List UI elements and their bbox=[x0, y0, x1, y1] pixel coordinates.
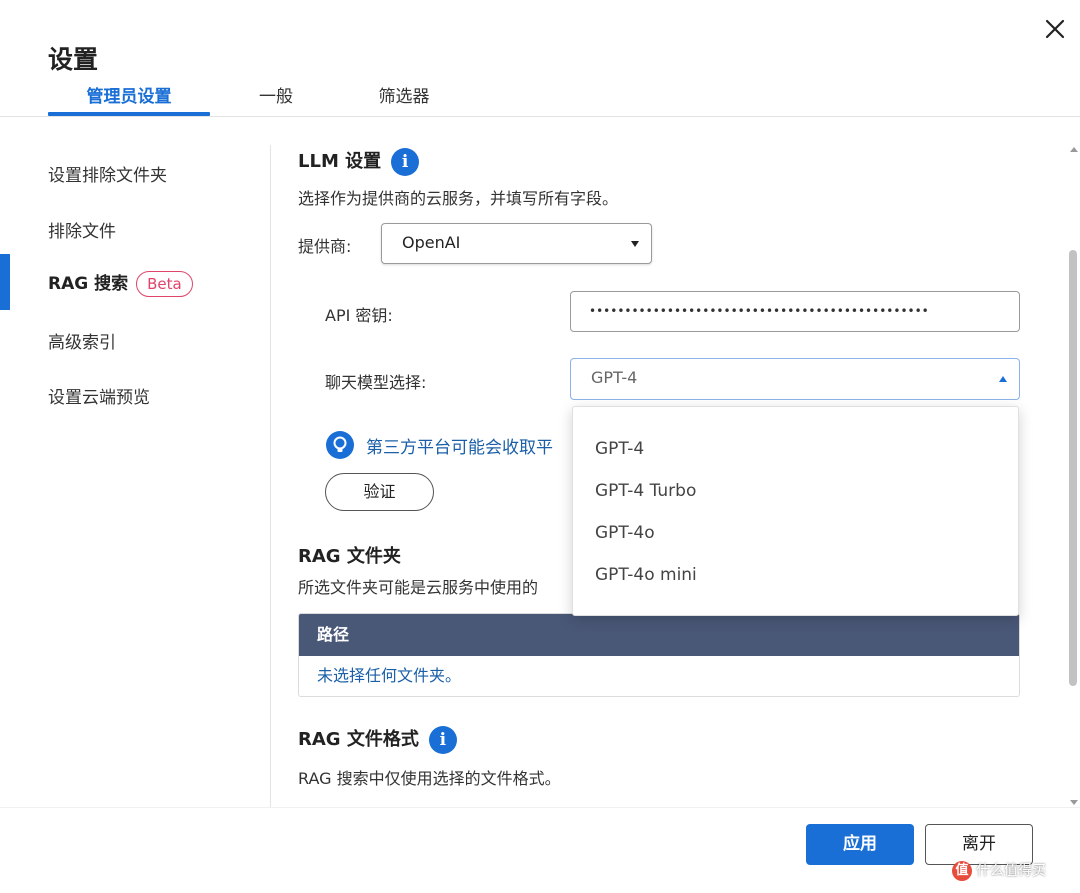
verify-button[interactable]: 验证 bbox=[325, 473, 434, 511]
chevron-up-icon bbox=[999, 376, 1007, 382]
dropdown-option-gpt-4o[interactable]: GPT-4o bbox=[595, 523, 655, 543]
notice-text: 第三方平台可能会收取平 bbox=[366, 438, 553, 458]
api-key-label: API 密钥: bbox=[325, 306, 393, 325]
footer-divider bbox=[0, 807, 1080, 808]
rag-format-title: RAG 文件格式 i bbox=[298, 725, 457, 754]
sidebar-active-indicator bbox=[0, 254, 10, 310]
chat-model-label: 聊天模型选择: bbox=[325, 373, 427, 392]
lightbulb-icon bbox=[326, 431, 354, 459]
provider-label: 提供商: bbox=[298, 237, 352, 256]
sidebar-item-cloud-preview[interactable]: 设置云端预览 bbox=[48, 383, 150, 408]
dropdown-option-gpt-4[interactable]: GPT-4 bbox=[595, 439, 644, 459]
sidebar-item-label: RAG 搜索 bbox=[48, 274, 129, 294]
close-icon[interactable] bbox=[1040, 14, 1070, 44]
scrollbar[interactable] bbox=[1068, 145, 1080, 807]
tab-general[interactable]: 一般 bbox=[248, 80, 304, 116]
watermark-logo-icon: 值 bbox=[952, 861, 972, 881]
tab-filters[interactable]: 筛选器 bbox=[368, 80, 440, 116]
sidebar-item-exclude-files[interactable]: 排除文件 bbox=[48, 217, 116, 242]
chat-model-select[interactable]: GPT-4 bbox=[570, 358, 1020, 400]
apply-button[interactable]: 应用 bbox=[806, 824, 914, 865]
watermark: 值什么值得买 bbox=[952, 860, 1046, 881]
dropdown-option-gpt-4-turbo[interactable]: GPT-4 Turbo bbox=[595, 481, 696, 501]
info-icon[interactable]: i bbox=[428, 726, 457, 754]
beta-badge: Beta bbox=[136, 271, 193, 297]
llm-description: 选择作为提供商的云服务，并填写所有字段。 bbox=[298, 189, 619, 208]
tab-admin-settings[interactable]: 管理员设置 bbox=[48, 80, 210, 116]
scroll-up-icon[interactable] bbox=[1070, 147, 1078, 152]
rag-folder-description: 所选文件夹可能是云服务中使用的 bbox=[298, 578, 539, 597]
scroll-thumb[interactable] bbox=[1069, 250, 1077, 686]
chevron-down-icon bbox=[631, 241, 639, 247]
llm-title-text: LLM 设置 bbox=[298, 151, 382, 172]
tabs-divider bbox=[0, 116, 1080, 117]
chat-model-value: GPT-4 bbox=[591, 368, 638, 387]
api-key-input[interactable]: ••••••••••••••••••••••••••••••••••••••••… bbox=[570, 291, 1020, 332]
leave-button[interactable]: 离开 bbox=[925, 824, 1033, 865]
sidebar-item-rag-search[interactable]: RAG 搜索 Beta bbox=[48, 269, 193, 297]
rag-format-description: RAG 搜索中仅使用选择的文件格式。 bbox=[298, 769, 561, 788]
watermark-text: 什么值得买 bbox=[976, 863, 1046, 879]
settings-dialog: 设置 管理员设置 一般 筛选器 设置排除文件夹 排除文件 RAG 搜索 Beta … bbox=[0, 0, 1080, 893]
dropdown-option-gpt-4o-mini[interactable]: GPT-4o mini bbox=[595, 565, 697, 585]
table-empty-row: 未选择任何文件夹。 bbox=[317, 666, 462, 685]
chat-model-dropdown: GPT-4 GPT-4 Turbo GPT-4o GPT-4o mini bbox=[572, 406, 1019, 616]
rag-folder-title: RAG 文件夹 bbox=[298, 546, 401, 567]
provider-select[interactable]: OpenAI bbox=[381, 223, 652, 264]
llm-section-title: LLM 设置 i bbox=[298, 147, 420, 176]
scroll-down-icon[interactable] bbox=[1070, 800, 1078, 805]
sidebar-divider bbox=[270, 145, 271, 807]
info-icon[interactable]: i bbox=[391, 148, 420, 176]
table-header-path: 路径 bbox=[299, 614, 1019, 656]
sidebar-item-advanced-index[interactable]: 高级索引 bbox=[48, 328, 116, 353]
rag-format-title-text: RAG 文件格式 bbox=[298, 729, 419, 750]
provider-value: OpenAI bbox=[402, 233, 461, 252]
sidebar-item-exclude-folders[interactable]: 设置排除文件夹 bbox=[48, 161, 167, 186]
dialog-title: 设置 bbox=[48, 45, 99, 74]
folder-table: 路径 未选择任何文件夹。 bbox=[298, 613, 1020, 697]
